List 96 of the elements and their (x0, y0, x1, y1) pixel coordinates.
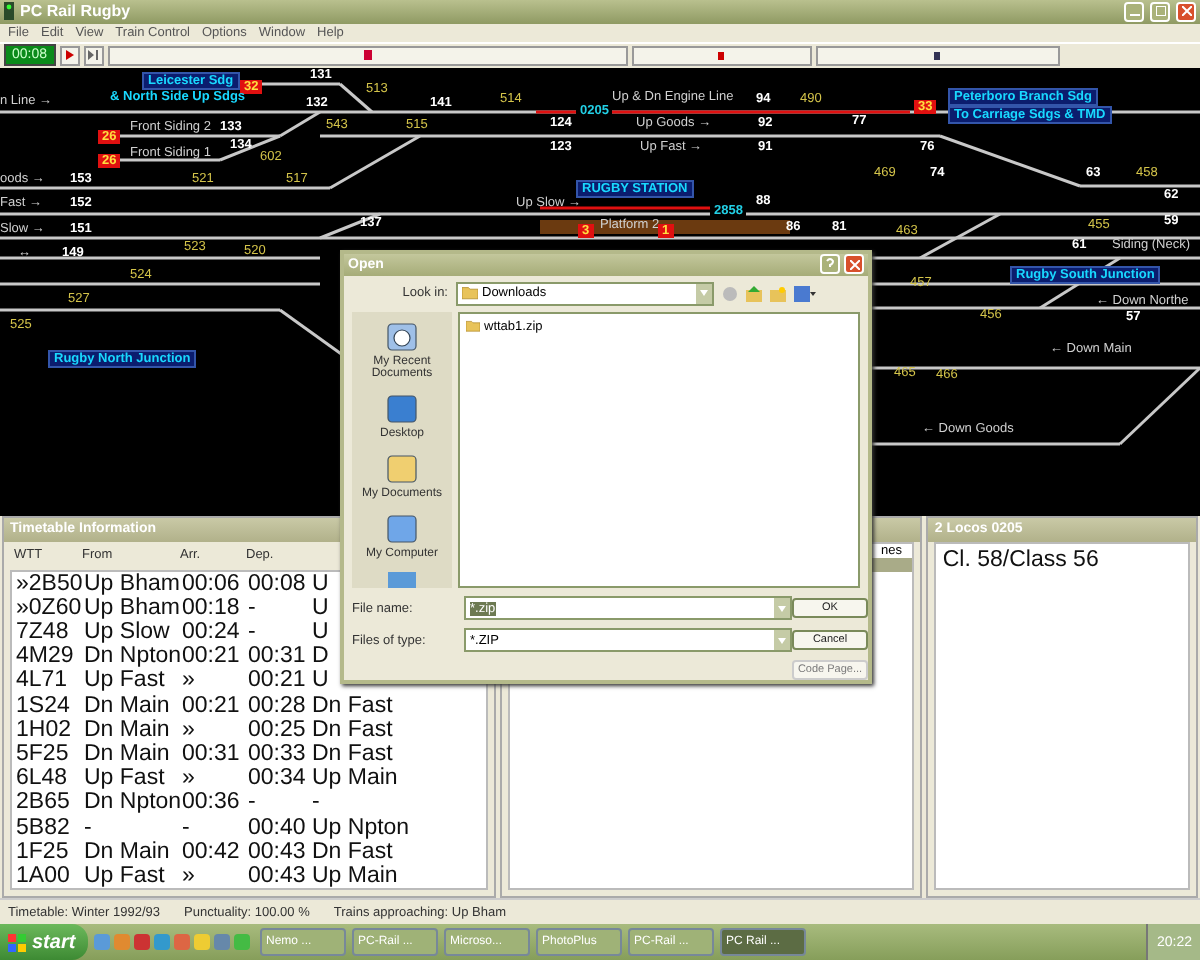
table-cell: 00:24 (182, 620, 240, 645)
dropdown-arrow-icon (778, 637, 786, 643)
close-icon (1181, 6, 1191, 17)
table-cell: Dn Main (84, 741, 170, 767)
table-cell: 1H02 (16, 717, 71, 742)
table-cell: 00:33 (248, 741, 306, 767)
table-cell: - (182, 815, 190, 840)
play-icon (65, 50, 74, 61)
table-cell: 4M29 (16, 644, 74, 669)
table-cell: 00:21 (182, 644, 240, 669)
table-cell: 5F25 (16, 741, 69, 767)
table-cell: Dn Main (84, 717, 170, 742)
toolbar-button[interactable] (107, 45, 628, 66)
close-button[interactable] (844, 254, 864, 275)
table-cell: Up Fast (84, 668, 165, 694)
close-icon (849, 259, 859, 270)
table-cell: 00:31 (182, 741, 240, 767)
table-cell: » (182, 766, 195, 791)
folder-icon (462, 286, 478, 300)
table-cell: 00:08 (248, 571, 306, 596)
table-cell: - (312, 790, 320, 815)
table-cell: » (182, 668, 195, 694)
marker-icon (363, 50, 372, 61)
maximize-icon (1155, 6, 1165, 17)
windows-flag-icon (8, 933, 26, 951)
table-cell: 00:43 (248, 863, 306, 889)
table-cell: Up Npton (312, 815, 410, 840)
table-cell: Dn Fast (312, 717, 393, 742)
table-cell: 2B65 (16, 790, 70, 815)
table-cell: - (248, 620, 256, 645)
table-cell: »0Z60 (16, 595, 82, 620)
table-cell: Dn Npton (84, 644, 182, 669)
table-cell: 1A00 (16, 863, 70, 889)
table-cell: 00:42 (182, 839, 240, 864)
step-button[interactable] (83, 45, 104, 66)
table-cell: U (312, 571, 329, 596)
question-mark-icon (826, 258, 834, 271)
window-title: PC Rail Rugby (20, 2, 133, 21)
toolbar-button[interactable] (631, 45, 812, 66)
help-button[interactable] (820, 254, 840, 275)
table-cell: 00:31 (248, 644, 306, 669)
table-cell: U (312, 620, 329, 645)
table-cell: 00:18 (182, 595, 240, 620)
table-cell: U (312, 595, 329, 620)
table-cell: Up Main (312, 863, 398, 889)
table-cell: - (84, 815, 92, 840)
table-cell: 1S24 (16, 693, 70, 718)
close-button[interactable] (1176, 1, 1196, 22)
folder-icon (466, 320, 480, 332)
table-cell: - (248, 790, 256, 815)
table-cell: Up Main (312, 766, 398, 791)
table-cell: Dn Npton (84, 790, 182, 815)
table-cell: »2B50 (16, 571, 83, 596)
table-cell: 00:36 (182, 790, 240, 815)
up-folder-icon[interactable] (746, 285, 762, 301)
table-cell: Dn Fast (312, 839, 393, 864)
table-cell: Dn Fast (312, 693, 393, 718)
step-icon (88, 50, 99, 61)
table-cell: 00:21 (182, 693, 240, 718)
table-cell: 4L71 (16, 668, 68, 694)
table-cell: 00:34 (248, 766, 306, 791)
marker-icon (934, 51, 941, 60)
table-cell: 00:21 (248, 668, 306, 694)
table-cell: » (182, 863, 195, 889)
table-cell: 00:28 (248, 693, 306, 718)
toolbar-button[interactable] (815, 45, 1060, 66)
table-cell: Up Bham (84, 595, 180, 620)
views-menu-icon[interactable] (794, 285, 816, 301)
maximize-button[interactable] (1150, 1, 1170, 22)
table-cell: 00:43 (248, 839, 306, 864)
app-icon (4, 2, 14, 21)
table-cell: 5B82 (16, 815, 70, 840)
marker-icon (718, 51, 725, 60)
table-cell: 7Z48 (16, 620, 69, 645)
table-cell: Dn Main (84, 839, 170, 864)
table-cell: Up Slow (84, 620, 170, 645)
table-cell: 6L48 (16, 766, 68, 791)
table-cell: Dn Main (84, 693, 170, 718)
play-button[interactable] (59, 45, 80, 66)
dropdown-arrow-icon (778, 605, 786, 611)
loco-class: Cl. 58/Class 56 (940, 545, 1101, 576)
table-cell: D (312, 644, 329, 669)
table-cell: Up Fast (84, 766, 165, 791)
table-cell: 00:40 (248, 815, 306, 840)
dropdown-arrow-icon (700, 290, 708, 296)
table-cell: » (182, 717, 195, 742)
minimize-button[interactable] (1124, 1, 1144, 22)
table-cell: Dn Fast (312, 741, 393, 767)
new-folder-icon[interactable] (770, 285, 786, 301)
table-cell: U (312, 668, 329, 694)
table-cell: 00:06 (182, 571, 240, 596)
table-cell: Up Fast (84, 863, 165, 889)
table-cell: 1F25 (16, 839, 69, 864)
table-cell: Up Bham (84, 571, 180, 596)
table-cell: 00:25 (248, 717, 306, 742)
table-cell: - (248, 595, 256, 620)
